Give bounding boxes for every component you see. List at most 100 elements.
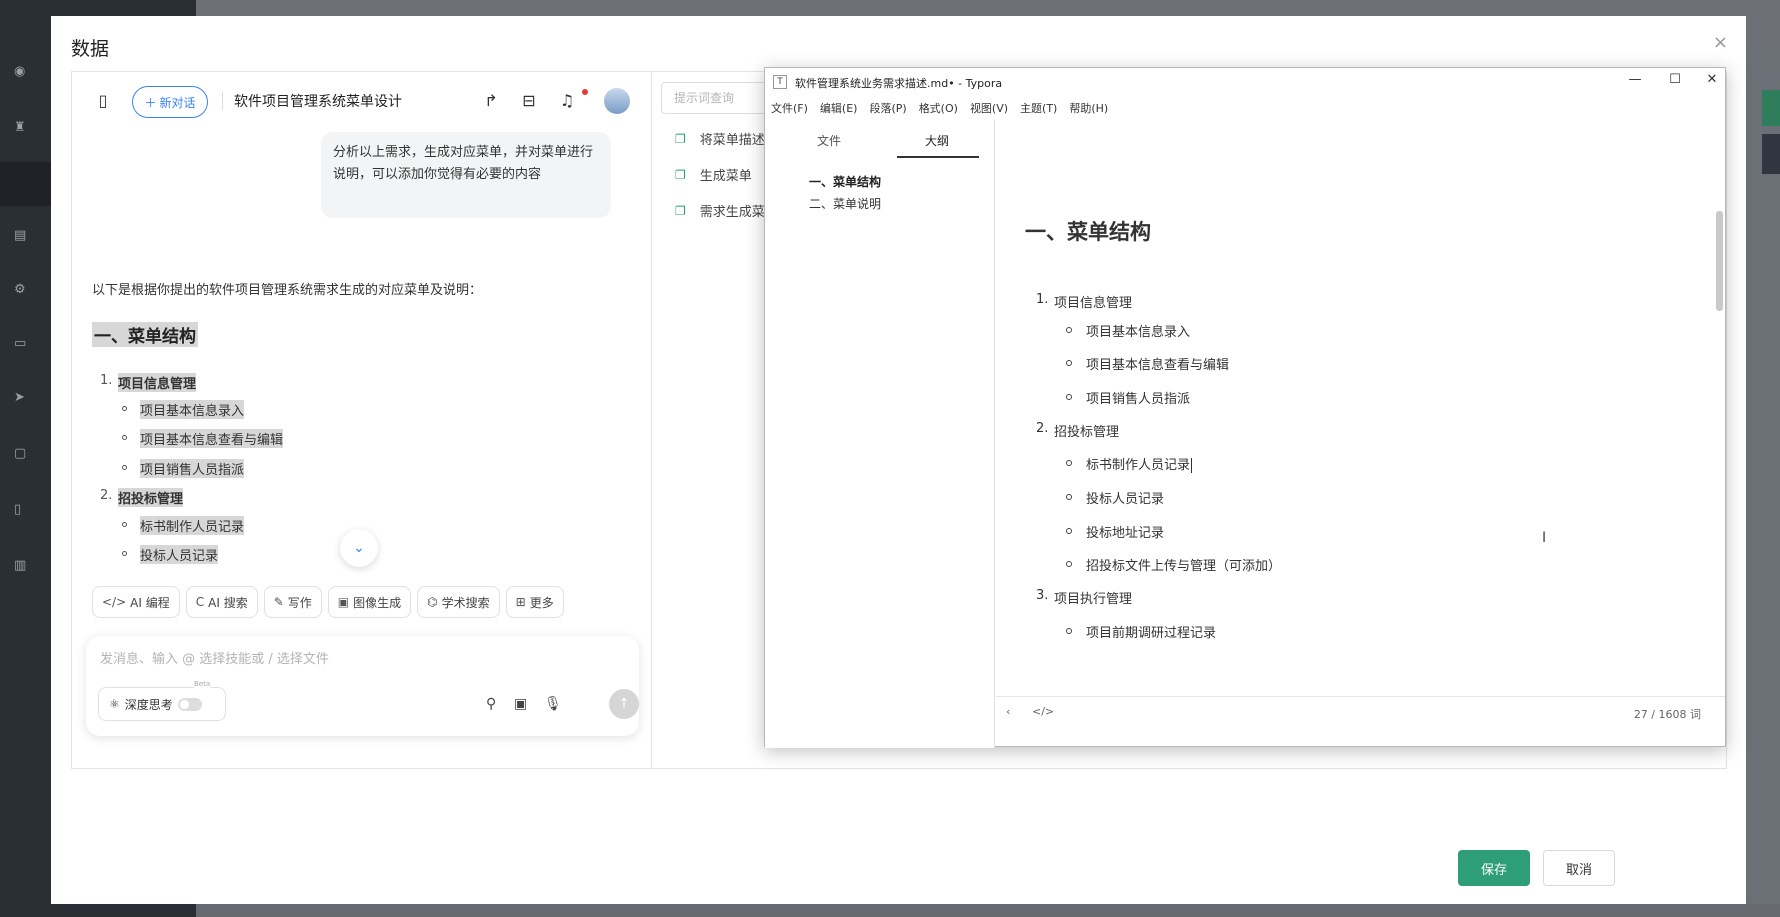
tool-label: 写作 xyxy=(287,595,312,610)
toggle-switch[interactable] xyxy=(177,697,202,711)
monitor-icon: ▭ xyxy=(14,336,27,351)
typora-title: 软件管理系统业务需求描述.md• - Typora xyxy=(795,77,1003,90)
menu-view[interactable]: 视图(V) xyxy=(970,100,1008,120)
active-tab-indicator xyxy=(897,156,979,158)
typora-editor[interactable]: 一、菜单结构 1. 项目信息管理 项目基本信息录入 项目基本信息查看与编辑 项目… xyxy=(996,120,1724,696)
ai-list-item: 标书制作人员记录 xyxy=(140,516,245,535)
ibeam-cursor-icon: I xyxy=(1542,530,1547,546)
bell-icon[interactable]: ♫ xyxy=(556,90,578,112)
menu-help[interactable]: 帮助(H) xyxy=(1069,100,1108,120)
save-button[interactable]: 保存 xyxy=(1458,850,1530,886)
editor-list-item: 招投标文件上传与管理（可添加） xyxy=(1086,559,1282,574)
background-bottom xyxy=(196,904,1780,917)
tool-academic-search[interactable]: ⌬ 学术搜索 xyxy=(417,586,500,618)
academic-icon: ⌬ xyxy=(427,595,438,609)
bullet xyxy=(1066,528,1072,534)
bullet xyxy=(122,435,127,440)
prompt-item[interactable]: ❐ 需求生成菜单 xyxy=(675,201,778,221)
microphone-icon[interactable]: 🎙 xyxy=(544,696,562,712)
chevron-left-icon[interactable]: ‹ xyxy=(1006,705,1010,718)
scroll-down-button[interactable]: ⌄ xyxy=(340,529,378,567)
new-chat-button[interactable]: ＋ 新对话 xyxy=(132,86,208,118)
ai-section-label: 招投标管理 xyxy=(118,488,184,507)
prompt-item[interactable]: ❐ 生成菜单 xyxy=(675,165,752,185)
cup-icon: ♜ xyxy=(14,120,26,135)
maximize-icon[interactable]: ☐ xyxy=(1665,72,1685,87)
code-icon: </> xyxy=(102,595,127,609)
share-icon[interactable]: ↱ xyxy=(480,90,502,112)
bullet xyxy=(1066,360,1072,366)
editor-section-num: 2. xyxy=(1036,421,1049,436)
file-icon: ▯ xyxy=(14,502,22,517)
minimize-icon[interactable]: — xyxy=(1625,72,1645,87)
editor-list-item: 项目销售人员指派 xyxy=(1086,392,1191,407)
header-divider xyxy=(222,92,223,110)
user-message: 分析以上需求，生成对应菜单，并对菜单进行说明，可以添加你觉得有必要的内容 xyxy=(321,132,611,218)
outline-item[interactable]: 一、菜单结构 xyxy=(809,173,881,190)
ai-list-item: 投标人员记录 xyxy=(140,545,219,564)
menu-file[interactable]: 文件(F) xyxy=(771,100,808,120)
copy-icon: ❐ xyxy=(675,203,686,218)
typora-titlebar: T 软件管理系统业务需求描述.md• - Typora — ☐ ✕ xyxy=(765,68,1725,96)
send-icon: ➤ xyxy=(14,390,25,405)
send-button[interactable]: ↑ xyxy=(609,689,639,719)
bullet xyxy=(122,522,127,527)
menu-format[interactable]: 格式(O) xyxy=(919,100,958,120)
tool-ai-coding[interactable]: </> AI 编程 xyxy=(92,586,180,618)
close-icon[interactable]: ✕ xyxy=(1702,72,1722,87)
copy-icon: ❐ xyxy=(675,131,686,146)
editor-section-num: 1. xyxy=(1036,292,1049,307)
cancel-button[interactable]: 取消 xyxy=(1543,850,1615,886)
menu-paragraph[interactable]: 段落(P) xyxy=(869,100,906,120)
paperclip-icon[interactable]: ⚲ xyxy=(486,696,496,712)
ai-section-label: 项目信息管理 xyxy=(118,373,197,392)
editor-list-item: 投标人员记录 xyxy=(1086,492,1165,507)
beta-badge: Beta xyxy=(194,680,211,688)
bullet xyxy=(122,406,127,411)
typora-sidebar: 文件 大纲 一、菜单结构 二、菜单说明 xyxy=(765,120,995,748)
new-chat-label: 新对话 xyxy=(159,95,196,110)
book-icon: ▥ xyxy=(14,558,27,573)
chat-panel: ▯ ＋ 新对话 软件项目管理系统菜单设计 ↱ ⊟ ♫ 分析以上需求，生成对应菜单… xyxy=(72,72,652,768)
tab-files[interactable]: 文件 xyxy=(817,132,841,149)
tool-more[interactable]: ⊞ 更多 xyxy=(505,586,564,618)
message-input[interactable] xyxy=(100,648,620,670)
bullet xyxy=(1066,561,1072,567)
typora-menubar: 文件(F) 编辑(E) 段落(P) 格式(O) 视图(V) 主题(T) 帮助(H… xyxy=(765,100,1108,120)
sidebar-toggle-icon[interactable]: ▯ xyxy=(92,90,114,112)
bullet xyxy=(1066,494,1072,500)
screenshot-icon[interactable]: ▣ xyxy=(514,696,527,712)
background-green-button xyxy=(1762,90,1780,126)
bullet xyxy=(122,465,127,470)
ai-list-item: 项目基本信息录入 xyxy=(140,400,245,419)
tool-writing[interactable]: ✎ 写作 xyxy=(263,586,322,618)
editor-heading: 一、菜单结构 xyxy=(1025,220,1151,244)
deep-think-toggle[interactable]: ⚛ 深度思考 xyxy=(98,687,226,721)
archive-icon[interactable]: ⊟ xyxy=(518,90,540,112)
word-count: 27 / 1608 词 xyxy=(1633,708,1701,721)
gear-icon: ⚙ xyxy=(14,282,26,297)
tool-ai-search[interactable]: C AI 搜索 xyxy=(185,586,258,618)
avatar[interactable] xyxy=(604,88,630,114)
bullet xyxy=(1066,327,1072,333)
tab-outline[interactable]: 大纲 xyxy=(925,132,949,149)
dashboard-icon: ◉ xyxy=(14,64,26,79)
editor-list-item: 项目前期调研过程记录 xyxy=(1086,626,1217,641)
outline-item[interactable]: 二、菜单说明 xyxy=(809,195,881,212)
tool-label: 图像生成 xyxy=(353,595,402,610)
editor-section-label: 招投标管理 xyxy=(1054,425,1120,440)
document-icon: ▤ xyxy=(14,228,27,243)
editor-section-num: 3. xyxy=(1036,588,1049,603)
tool-image-gen[interactable]: ▣ 图像生成 xyxy=(327,586,412,618)
close-icon[interactable]: × xyxy=(1713,32,1728,53)
ai-heading: 一、菜单结构 xyxy=(92,322,198,347)
arrow-up-icon: ↑ xyxy=(618,696,630,712)
typora-statusbar: ‹ </> 27 / 1608 词 xyxy=(996,696,1725,726)
briefcase-icon: ▢ xyxy=(14,446,27,461)
editor-scrollbar[interactable] xyxy=(1716,211,1723,311)
tool-label: AI 编程 xyxy=(130,595,170,610)
source-code-icon[interactable]: </> xyxy=(1032,705,1054,718)
menu-theme[interactable]: 主题(T) xyxy=(1020,100,1057,120)
menu-edit[interactable]: 编辑(E) xyxy=(820,100,858,120)
editor-section-label: 项目信息管理 xyxy=(1054,296,1133,311)
